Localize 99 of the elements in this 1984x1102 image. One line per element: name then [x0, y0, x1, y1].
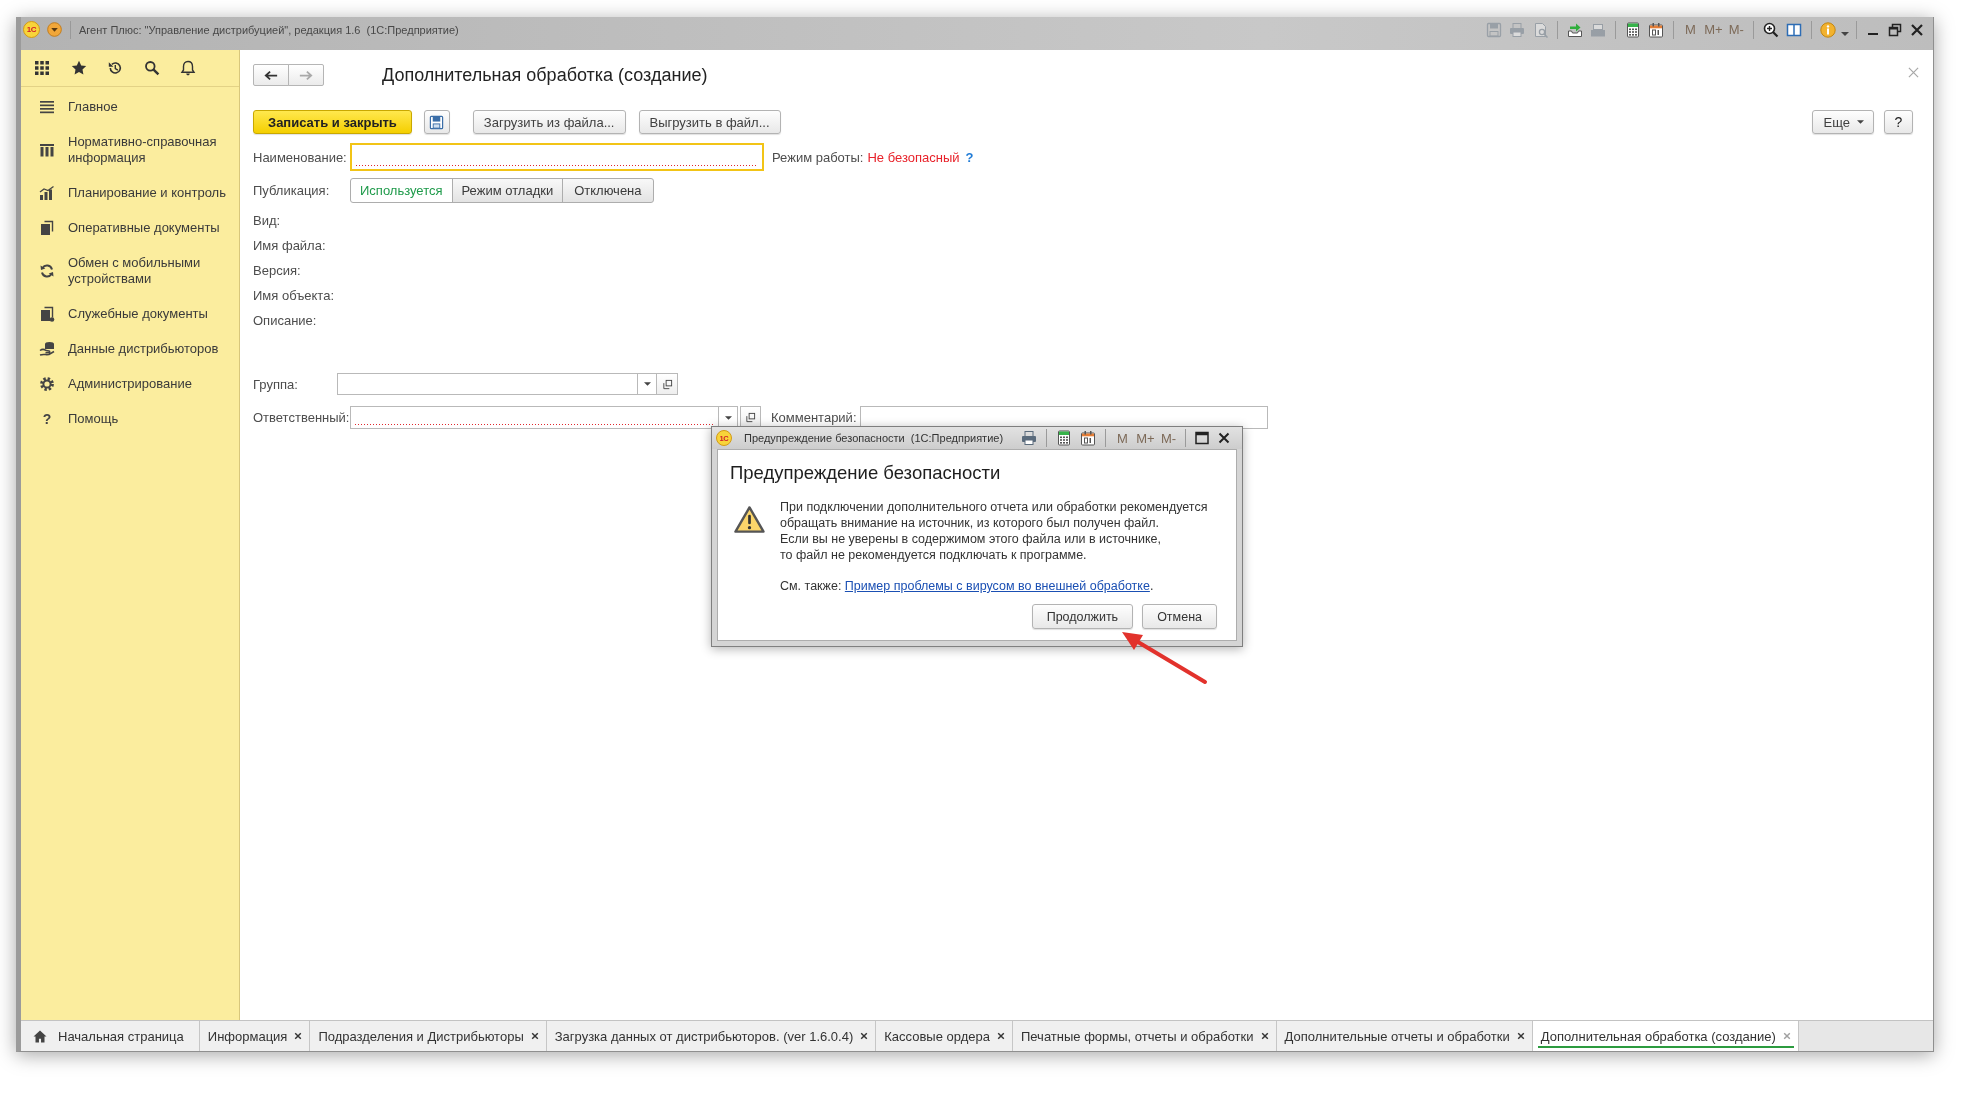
dialog-button[interactable]: Отмена: [1142, 604, 1217, 629]
close-icon[interactable]: [1909, 21, 1925, 38]
open-window-icon: [661, 378, 673, 390]
documents-icon: [39, 219, 55, 236]
history-icon[interactable]: [107, 60, 123, 76]
back-button[interactable]: [253, 64, 289, 86]
arrow-right-icon: [299, 69, 313, 81]
gear-icon: [39, 375, 55, 392]
mode-value: Не безопасный: [867, 149, 960, 165]
calculator-icon[interactable]: [1624, 21, 1641, 38]
tab[interactable]: Дополнительные отчеты и обработки: [1276, 1021, 1533, 1051]
close-icon[interactable]: [530, 1032, 539, 1040]
documents-icon: [39, 305, 55, 322]
maximize-icon[interactable]: [1194, 430, 1210, 446]
group-input[interactable]: [337, 373, 637, 395]
close-icon[interactable]: [1260, 1032, 1269, 1040]
publication-option[interactable]: Используется: [350, 178, 453, 203]
caret-icon[interactable]: [1841, 31, 1849, 36]
sidebar-item[interactable]: Обмен с мобильными устройствами: [21, 245, 239, 296]
main-menu-icon[interactable]: [47, 22, 62, 37]
help-link[interactable]: ?: [965, 149, 974, 165]
window-title: Агент Плюс: "Управление дистрибуцией", редакция 1.6 (1С:Предприятие): [79, 23, 459, 36]
mode-label: Режим работы:: [772, 149, 864, 165]
field-label: Описание:: [253, 313, 317, 328]
hand-coins-icon: [39, 340, 55, 357]
caret-icon: [643, 382, 651, 386]
dialog-heading: Предупреждение безопасности: [730, 461, 1002, 485]
tab[interactable]: Кассовые ордера: [876, 1021, 1013, 1051]
toolbar-button[interactable]: Загрузить из файла...: [472, 110, 626, 134]
open-window-icon: [745, 412, 756, 423]
help-icon: ?: [39, 410, 55, 427]
publication-option[interactable]: Режим отладки: [451, 178, 564, 203]
tab[interactable]: Дополнительная обработка (создание): [1532, 1021, 1799, 1051]
field-label: Ответственный:: [253, 410, 350, 425]
sidebar-item[interactable]: Администрирование: [21, 366, 239, 401]
field-label: Имя объекта:: [253, 288, 334, 303]
close-icon[interactable]: [860, 1032, 869, 1040]
caret-icon: [724, 415, 732, 420]
field-label: Публикация:: [253, 183, 331, 198]
sidebar-item[interactable]: Служебные документы: [21, 296, 239, 331]
help-article-link[interactable]: Пример проблемы с вирусом во внешней обработке: [844, 579, 1150, 593]
books-icon: [39, 141, 55, 158]
primary-button[interactable]: Записать и закрыть: [253, 110, 412, 134]
calculator-icon[interactable]: [1056, 430, 1072, 446]
zoom-in-icon[interactable]: [1762, 21, 1779, 38]
tab[interactable]: Начальная страница: [21, 1021, 200, 1051]
sidebar-item[interactable]: Данные дистрибьюторов: [21, 331, 239, 366]
bar-chart-icon: [39, 184, 55, 201]
menu-icon: [39, 98, 55, 115]
sidebar-item[interactable]: Нормативно-справочная информация: [21, 124, 239, 175]
field-label: Комментарий:: [771, 410, 858, 425]
form-title: Дополнительная обработка (создание): [382, 64, 708, 86]
see-also-text: См. также: Пример проблемы с вирусом во внешней обработке.: [780, 578, 1155, 594]
field-label: Версия:: [253, 263, 301, 278]
app-logo: 1С: [23, 21, 40, 38]
sync-icon: [39, 262, 55, 279]
responsible-input[interactable]: [350, 406, 718, 429]
tab[interactable]: Подразделения и Дистрибьюторы: [310, 1021, 547, 1051]
close-icon[interactable]: [996, 1032, 1005, 1040]
field-label: Имя файла:: [253, 238, 326, 253]
dialog-button[interactable]: Продолжить: [1031, 604, 1134, 629]
sidebar-item[interactable]: Оперативные документы: [21, 210, 239, 245]
more-button[interactable]: Еще: [1811, 110, 1874, 134]
warning-message: При подключении дополнительного отчета или обработки рекомендуется обращать внимание на источник, из которого был получен файл. Если вы не уверены в содержимом этого файла или в источнике, то файл не рекомендуется подключать к программе.: [780, 499, 1208, 563]
tab[interactable]: Загрузка данных от дистрибьюторов. (ver 1.6.0.4): [546, 1021, 877, 1051]
tab[interactable]: Печатные формы, отчеты и обработки: [1012, 1021, 1277, 1051]
toolbar-button[interactable]: Выгрузить в файл...: [638, 110, 781, 134]
close-icon[interactable]: [294, 1032, 303, 1040]
publication-option[interactable]: Отключена: [562, 178, 654, 203]
apps-grid-icon[interactable]: [34, 60, 50, 76]
restore-icon[interactable]: [1887, 21, 1903, 38]
calendar-icon[interactable]: [1080, 430, 1096, 446]
arrow-left-icon: [264, 69, 278, 81]
home-icon: [33, 1029, 47, 1043]
close-icon[interactable]: [1516, 1032, 1525, 1040]
calendar-icon[interactable]: [1648, 21, 1665, 38]
save-button[interactable]: [423, 110, 450, 134]
printer-icon[interactable]: [1021, 430, 1037, 446]
split-view-icon[interactable]: [1785, 21, 1802, 38]
warning-icon: [733, 505, 766, 534]
dropdown-button[interactable]: [637, 373, 657, 395]
field-label: Группа:: [253, 376, 299, 392]
sidebar-item[interactable]: Главное: [21, 89, 239, 124]
info-icon[interactable]: [1820, 21, 1837, 38]
caret-icon: [1857, 120, 1864, 124]
tray-arrow-icon[interactable]: [1567, 21, 1584, 38]
close-icon[interactable]: [1216, 430, 1232, 446]
sidebar-item[interactable]: Планирование и контроль: [21, 175, 239, 210]
star-icon[interactable]: [70, 60, 87, 76]
sidebar-item[interactable]: ? Помощь: [21, 401, 239, 436]
open-button[interactable]: [657, 373, 678, 395]
dialog-title: Предупреждение безопасности (1С:Предприятие): [744, 432, 1004, 444]
tab[interactable]: Информация: [199, 1021, 311, 1051]
help-button[interactable]: ?: [1884, 110, 1913, 134]
search-icon[interactable]: [143, 60, 160, 76]
bell-icon[interactable]: [180, 60, 196, 76]
name-input[interactable]: [350, 143, 764, 171]
field-label: Вид:: [253, 213, 281, 228]
field-label: Наименование:: [253, 149, 348, 165]
